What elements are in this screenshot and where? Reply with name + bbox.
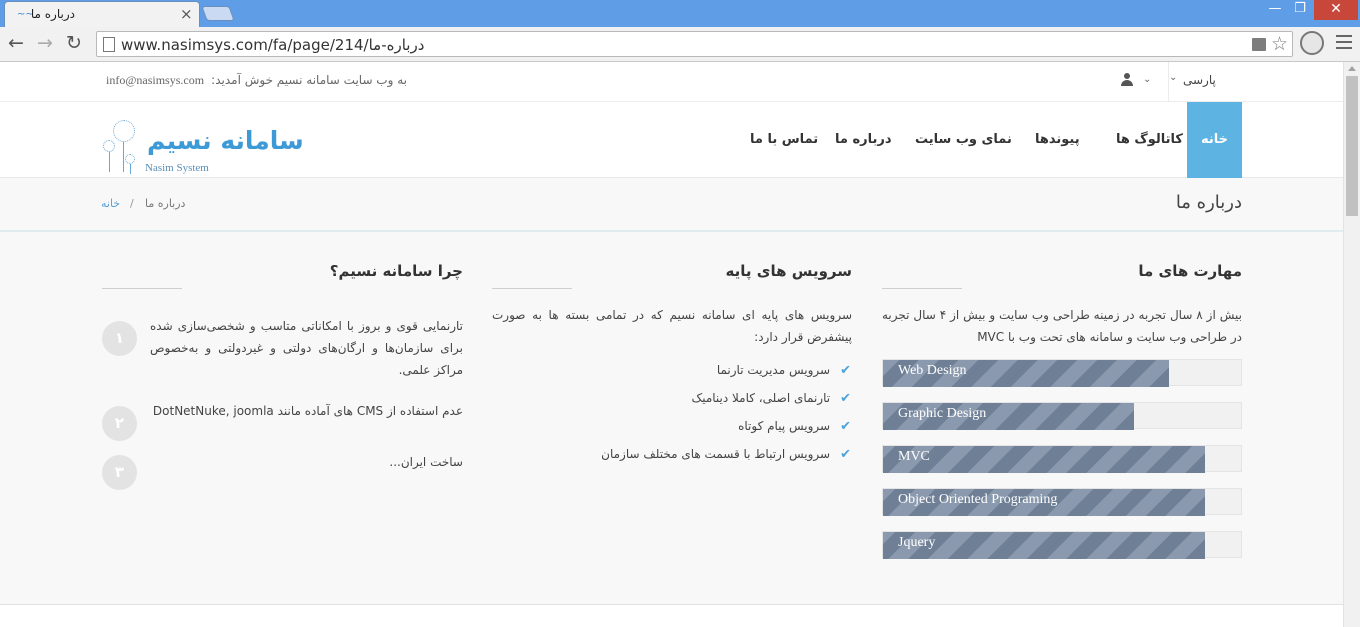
site-header: سامانه نسیم Nasim System تماس با ما دربا… — [0, 102, 1343, 178]
number-badge: ۲ — [102, 406, 137, 441]
new-tab-button[interactable] — [201, 6, 235, 21]
skill-label: Object Oriented Programing — [898, 492, 1058, 507]
page-title: درباره ما — [1175, 192, 1242, 213]
breadcrumb-separator: / — [130, 197, 134, 210]
service-label: سرویس ارتباط با قسمت های مختلف سازمان — [601, 447, 831, 461]
reload-icon[interactable]: ↻ — [63, 32, 85, 54]
number-badge: ۳ — [102, 455, 137, 490]
nav-about[interactable]: درباره ما — [835, 102, 892, 178]
why-item-text: ساخت ایران... — [389, 455, 463, 469]
scrollbar-thumb[interactable] — [1346, 76, 1358, 216]
breadcrumb: درباره ما خانه / درباره ما — [0, 179, 1343, 232]
minimize-icon[interactable]: — — [1262, 0, 1288, 20]
tab-title: درباره ما — [30, 7, 75, 21]
browser-menu-icon[interactable] — [1336, 35, 1352, 49]
check-icon: ✔ — [840, 447, 851, 462]
dandelion-icon — [113, 120, 135, 142]
dandelion-icon — [103, 140, 115, 152]
skills-title: مهارت های ما — [1138, 262, 1242, 280]
close-window-icon[interactable]: ✕ — [1314, 0, 1358, 20]
address-bar[interactable]: www.nasimsys.com/fa/page/214/درباره-ما ☆ — [96, 31, 1293, 57]
bookmark-star-icon[interactable]: ☆ — [1271, 33, 1288, 55]
services-description: سرویس های پایه ای سامانه نسیم که در تمام… — [492, 308, 852, 344]
service-item: ✔ سرویس ارتباط با قسمت های مختلف سازمان — [601, 447, 851, 462]
services-title: سرویس های پایه — [725, 262, 852, 280]
breadcrumb-home-link[interactable]: خانه — [101, 197, 120, 210]
user-icon[interactable] — [1121, 73, 1133, 87]
why-title: چرا سامانه نسیم؟ — [329, 262, 463, 280]
skill-label: Web Design — [898, 363, 967, 378]
site-logo[interactable]: سامانه نسیم Nasim System — [101, 102, 304, 178]
nav-catalogs[interactable]: کاتالوگ ها — [1116, 102, 1183, 178]
browser-tab[interactable]: ~~ درباره ما × — [4, 1, 200, 27]
chevron-down-icon: ⌄ — [1169, 72, 1178, 83]
nav-contact[interactable]: تماس با ما — [750, 102, 818, 178]
page-viewport: info@nasimsys.com به وب سایت سامانه نسیم… — [0, 62, 1343, 627]
logo-text: سامانه نسیم — [147, 126, 304, 155]
language-selector[interactable]: ⌄ پارسی — [1168, 62, 1230, 102]
logo-subtitle: Nasim System — [145, 162, 209, 174]
chevron-down-icon[interactable]: ⌄ — [1143, 74, 1151, 85]
skills-rule — [882, 288, 962, 289]
nav-home[interactable]: خانه — [1187, 102, 1242, 178]
language-label: پارسی — [1183, 73, 1216, 87]
back-icon[interactable]: ← — [5, 32, 27, 54]
service-item: ✔ سرویس پیام کوتاه — [738, 419, 851, 434]
forward-icon[interactable]: → — [34, 32, 56, 54]
nav-links[interactable]: پیوندها — [1035, 102, 1080, 178]
check-icon: ✔ — [840, 419, 851, 434]
page-icon — [103, 37, 115, 52]
skill-bar-fill — [883, 446, 1206, 473]
welcome-text: به وب سایت سامانه نسیم خوش آمدید: — [211, 73, 407, 87]
service-label: سرویس پیام کوتاه — [738, 419, 831, 433]
browser-toolbar: ← → ↻ www.nasimsys.com/fa/page/214/دربار… — [0, 27, 1360, 62]
skill-bar: Web Design — [882, 359, 1242, 387]
skill-label: MVC — [898, 449, 930, 464]
breadcrumb-current: درباره ما — [145, 197, 186, 210]
service-label: تارنمای اصلی، کاملا دینامیک — [691, 391, 831, 405]
footer — [0, 605, 1343, 627]
skill-bar: Jquery — [882, 531, 1242, 559]
scroll-up-icon[interactable] — [1348, 66, 1356, 71]
site-topbar: info@nasimsys.com به وب سایت سامانه نسیم… — [0, 62, 1343, 102]
skill-bar: MVC — [882, 445, 1242, 473]
browser-titlebar: ~~ درباره ما × — ❐ ✕ — [0, 0, 1360, 27]
why-item-text: تارنمایی قوی و بروز با امکاناتی متاسب و … — [150, 319, 463, 377]
skill-label: Jquery — [898, 535, 936, 550]
services-rule — [492, 288, 572, 289]
translate-icon[interactable] — [1252, 38, 1266, 51]
vertical-scrollbar[interactable] — [1343, 62, 1360, 627]
tab-close-icon[interactable]: × — [180, 5, 193, 23]
dandelion-icon — [125, 154, 135, 164]
service-label: سرویس مدیریت تارنما — [716, 363, 831, 377]
skills-description: بیش از ۸ سال تجربه در زمینه طراحی وب سای… — [882, 308, 1242, 344]
skill-bar: Graphic Design — [882, 402, 1242, 430]
skill-bar: Object Oriented Programing — [882, 488, 1242, 516]
skill-label: Graphic Design — [898, 406, 987, 421]
nav-site-overview[interactable]: نمای وب سایت — [915, 102, 1012, 178]
extension-globe-icon[interactable] — [1300, 31, 1324, 55]
maximize-icon[interactable]: ❐ — [1288, 0, 1312, 20]
service-item: ✔ تارنمای اصلی، کاملا دینامیک — [691, 391, 851, 406]
contact-email[interactable]: info@nasimsys.com — [106, 73, 204, 88]
check-icon: ✔ — [840, 391, 851, 406]
service-item: ✔ سرویس مدیریت تارنما — [717, 363, 851, 378]
why-rule — [102, 288, 182, 289]
why-item-text: عدم استفاده از CMS های آماده مانند DotNe… — [152, 404, 463, 418]
number-badge: ۱ — [102, 321, 137, 356]
url-text[interactable]: www.nasimsys.com/fa/page/214/درباره-ما — [121, 36, 424, 54]
check-icon: ✔ — [840, 363, 851, 378]
